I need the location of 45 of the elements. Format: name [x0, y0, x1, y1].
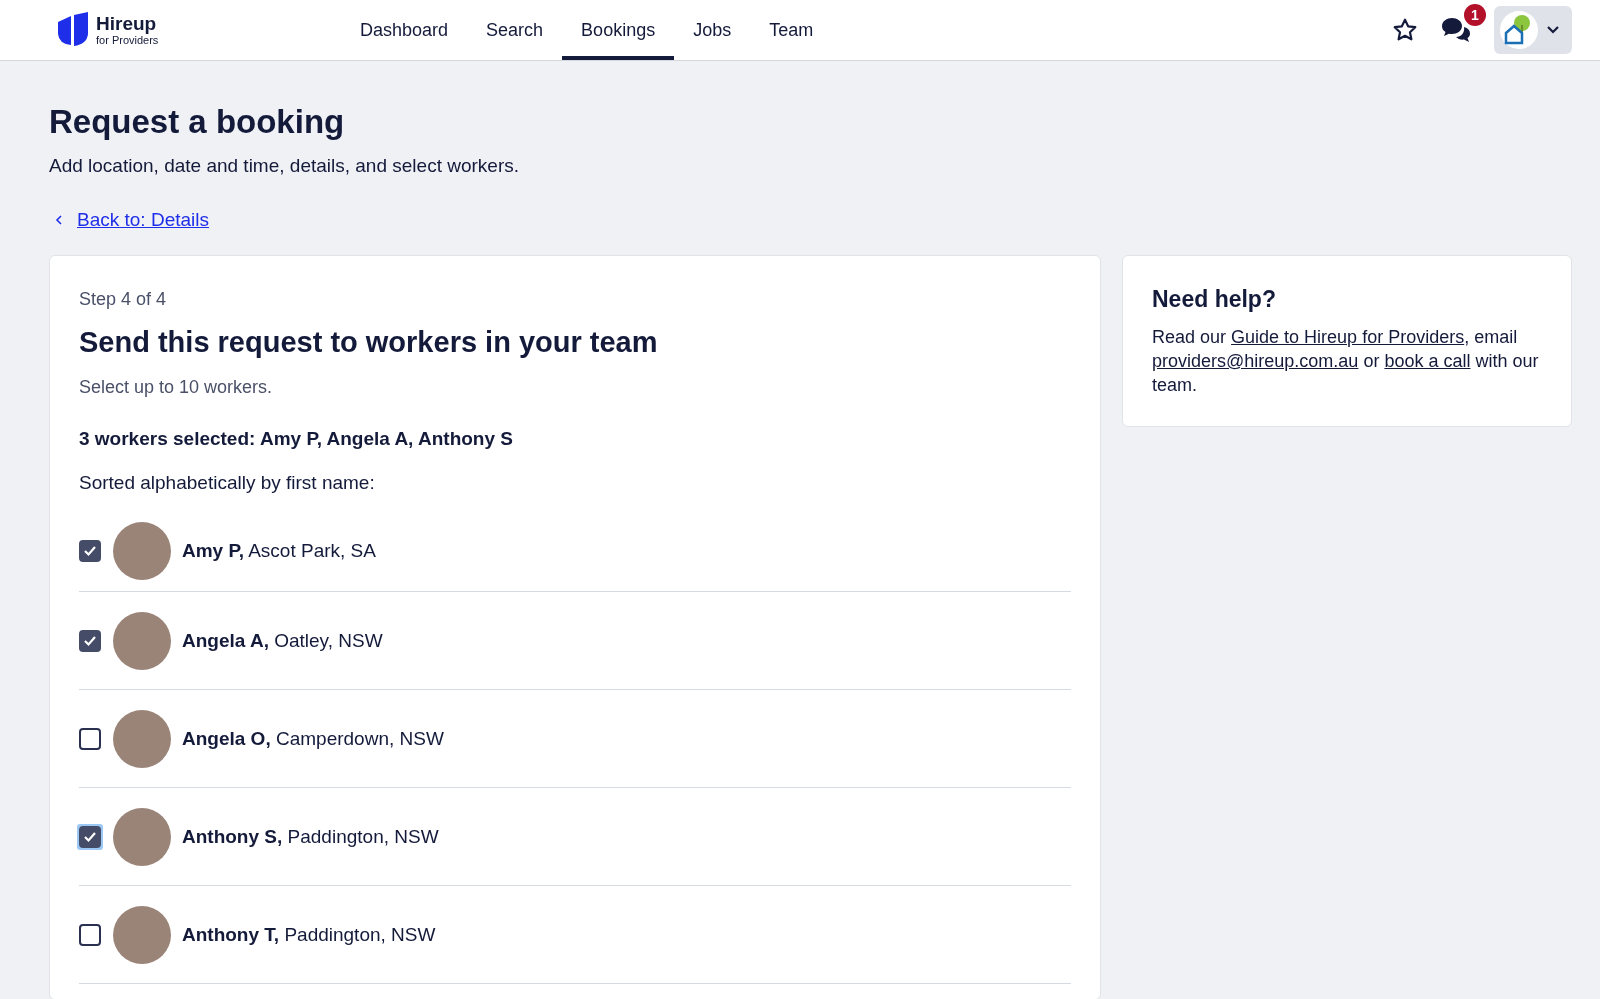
avatar-placeholder	[113, 709, 171, 768]
worker-name-location: Anthony S, Paddington, NSW	[182, 825, 439, 848]
avatar-placeholder	[113, 905, 171, 964]
nav-tab[interactable]: Jobs	[674, 0, 751, 60]
help-link[interactable]: Guide to Hireup for Providers	[1231, 327, 1465, 347]
back-link[interactable]: Back to: Details	[77, 209, 209, 231]
nav-tab[interactable]: Search	[467, 0, 563, 60]
checkbox[interactable]	[79, 727, 101, 750]
account-menu-button[interactable]	[1494, 6, 1572, 54]
notification-badge: 1	[1464, 4, 1486, 26]
logo-icon	[56, 12, 90, 48]
house-tree-logo-icon	[1500, 11, 1538, 49]
nav-tab[interactable]: Team	[750, 0, 833, 60]
star-icon[interactable]	[1392, 17, 1418, 43]
sort-note: Sorted alphabetically by first name:	[79, 472, 376, 494]
help-link[interactable]: book a call	[1384, 351, 1471, 371]
chevron-down-icon	[1546, 25, 1560, 35]
chat-icon[interactable]	[1440, 16, 1472, 44]
step-title: Send this request to workers in your team	[79, 326, 659, 359]
checkbox[interactable]	[79, 923, 101, 946]
worker-name-location: Anthony T, Paddington, NSW	[182, 923, 436, 946]
page-title: Request a booking	[49, 103, 346, 141]
step-hint: Select up to 10 workers.	[79, 377, 274, 398]
help-text: Read our Guide to Hireup for Providers, email providers@hireup.com.au or book a call with our team.	[1152, 326, 1540, 397]
help-title: Need help?	[1152, 286, 1277, 313]
worker-name-location: Angela O, Camperdown, NSW	[182, 727, 444, 750]
worker-name-location: Amy P, Ascot Park, SA	[182, 539, 376, 562]
page-subtitle: Add location, date and time, details, and select workers.	[49, 155, 520, 177]
chevron-left-icon	[55, 214, 63, 226]
brand-tagline: for Providers	[96, 35, 159, 46]
step-label: Step 4 of 4	[79, 289, 168, 310]
nav-tab[interactable]: Bookings	[562, 0, 675, 60]
brand-name: Hireup	[96, 14, 158, 33]
help-link[interactable]: providers@hireup.com.au	[1152, 351, 1359, 371]
checkmark-icon	[83, 634, 97, 647]
avatar-placeholder	[113, 521, 171, 580]
avatar-placeholder	[113, 807, 171, 866]
selection-summary: 3 workers selected: Amy P, Angela A, Anthony S	[79, 428, 514, 450]
nav-tab[interactable]: Dashboard	[341, 0, 468, 60]
checkmark-icon	[83, 830, 97, 843]
avatar-placeholder	[113, 611, 171, 670]
checkbox[interactable]	[79, 539, 101, 562]
checkmark-icon	[83, 544, 97, 557]
worker-name-location: Angela A, Oatley, NSW	[182, 629, 383, 652]
checkbox[interactable]	[79, 629, 101, 652]
